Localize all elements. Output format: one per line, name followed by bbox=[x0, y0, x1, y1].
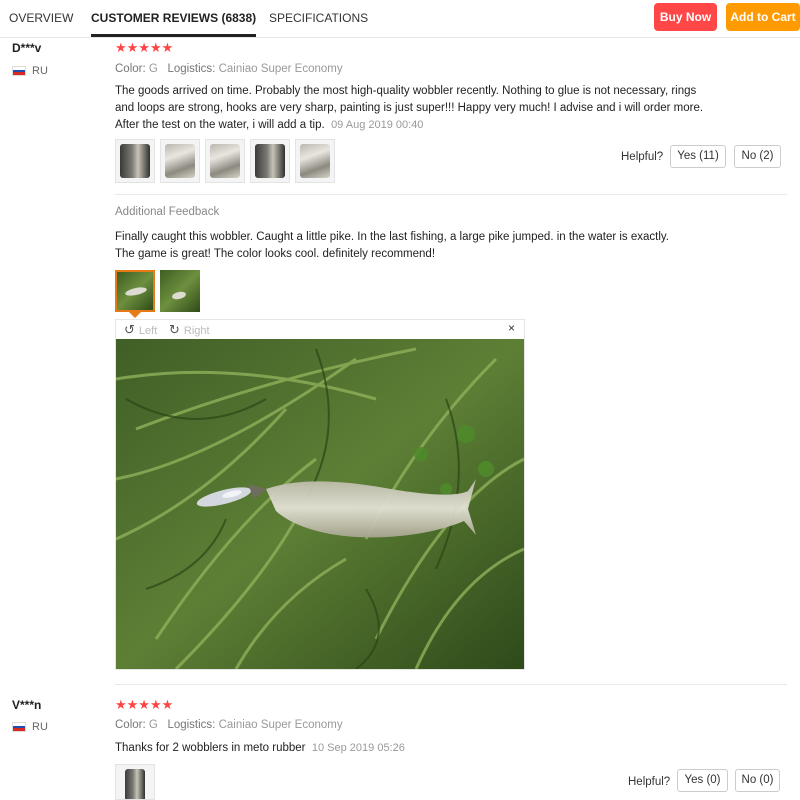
pike-on-grass-photo bbox=[116, 339, 524, 669]
review-photo-thumbnail[interactable] bbox=[115, 764, 155, 800]
russia-flag-icon bbox=[12, 66, 26, 76]
review-date: 09 Aug 2019 00:40 bbox=[331, 119, 424, 131]
logistics-value: Cainiao Super Economy bbox=[218, 63, 343, 75]
reviewer-country: RU bbox=[32, 65, 48, 77]
color-label: Color: bbox=[115, 63, 146, 75]
review-photo-thumbnail[interactable] bbox=[160, 139, 200, 183]
review-photo-thumbnail[interactable] bbox=[205, 139, 245, 183]
rotate-left-icon: ↺ bbox=[124, 322, 135, 337]
review-text-line: and loops are strong, hooks are very sha… bbox=[115, 102, 704, 114]
additional-feedback-text: Finally caught this wobbler. Caught a li… bbox=[115, 229, 705, 263]
divider bbox=[115, 684, 787, 685]
product-tabs: OVERVIEW CUSTOMER REVIEWS (6838) SPECIFI… bbox=[0, 0, 800, 38]
additional-feedback-label: Additional Feedback bbox=[115, 206, 220, 218]
tab-overview[interactable]: OVERVIEW bbox=[9, 0, 73, 36]
helpful-label: Helpful? bbox=[628, 776, 671, 788]
color-value: G bbox=[148, 719, 158, 731]
rotate-left-button[interactable]: ↺ Left bbox=[124, 322, 157, 338]
star-rating: ★★★★★ bbox=[115, 697, 174, 712]
buy-now-button[interactable]: Buy Now bbox=[654, 3, 717, 31]
logistics-label: Logistics: bbox=[167, 719, 216, 731]
review-text-line: After the test on the water, i will add … bbox=[115, 117, 705, 134]
helpful-yes-button[interactable]: Yes (11) bbox=[670, 145, 726, 168]
rotate-right-button[interactable]: ↻ Right bbox=[169, 322, 210, 338]
review-text-line: The game is great! The color looks cool.… bbox=[115, 248, 436, 260]
color-value: G bbox=[148, 63, 158, 75]
helpful-yes-button[interactable]: Yes (0) bbox=[677, 769, 728, 792]
russia-flag-icon bbox=[12, 722, 26, 732]
helpful-label: Helpful? bbox=[621, 151, 664, 163]
rotate-left-label: Left bbox=[138, 325, 158, 337]
feedback-photo bbox=[116, 339, 524, 669]
feedback-photo-thumbnail-selected[interactable] bbox=[115, 270, 155, 312]
review-photo-thumbnail[interactable] bbox=[115, 139, 155, 183]
review-text-line-end: After the test on the water, i will add … bbox=[115, 119, 325, 131]
logistics-value: Cainiao Super Economy bbox=[218, 719, 343, 731]
photo-viewer-toolbar: ↺ Left ↻ Right × bbox=[116, 320, 524, 339]
tab-specifications[interactable]: SPECIFICATIONS bbox=[269, 0, 368, 36]
reviewer-name: D***v bbox=[12, 41, 42, 55]
review-date: 10 Sep 2019 05:26 bbox=[311, 742, 405, 754]
review-photo-thumbnail[interactable] bbox=[295, 139, 335, 183]
review-text-line: The goods arrived on time. Probably the … bbox=[115, 85, 697, 97]
add-to-cart-button[interactable]: Add to Cart bbox=[726, 3, 800, 31]
star-rating: ★★★★★ bbox=[115, 40, 174, 55]
close-icon[interactable]: × bbox=[508, 321, 515, 335]
color-label: Color: bbox=[115, 719, 146, 731]
logistics-label: Logistics: bbox=[167, 63, 216, 75]
helpful-no-button[interactable]: No (2) bbox=[734, 145, 781, 168]
tab-customer-reviews[interactable]: CUSTOMER REVIEWS (6838) bbox=[91, 0, 257, 37]
reviewer-country: RU bbox=[32, 721, 48, 733]
selected-pointer-icon bbox=[129, 312, 141, 318]
reviewer-name: V***n bbox=[12, 698, 42, 712]
rotate-right-label: Right bbox=[183, 325, 210, 337]
photo-viewer: ↺ Left ↻ Right × bbox=[115, 319, 525, 670]
review-text: The goods arrived on time. Probably the … bbox=[115, 83, 705, 134]
review-text-line: Thanks for 2 wobblers in meto rubber bbox=[115, 742, 306, 754]
feedback-photo-thumbnail[interactable] bbox=[160, 270, 200, 312]
review-meta: Color: G Logistics: Cainiao Super Econom… bbox=[115, 63, 343, 75]
rotate-right-icon: ↻ bbox=[169, 322, 180, 337]
review-text: Thanks for 2 wobblers in meto rubber 10 … bbox=[115, 740, 705, 757]
review-meta: Color: G Logistics: Cainiao Super Econom… bbox=[115, 719, 343, 731]
review-photo-thumbnail[interactable] bbox=[250, 139, 290, 183]
helpful-no-button[interactable]: No (0) bbox=[735, 769, 780, 792]
review-text-line: Finally caught this wobbler. Caught a li… bbox=[115, 231, 669, 243]
divider bbox=[115, 194, 787, 195]
